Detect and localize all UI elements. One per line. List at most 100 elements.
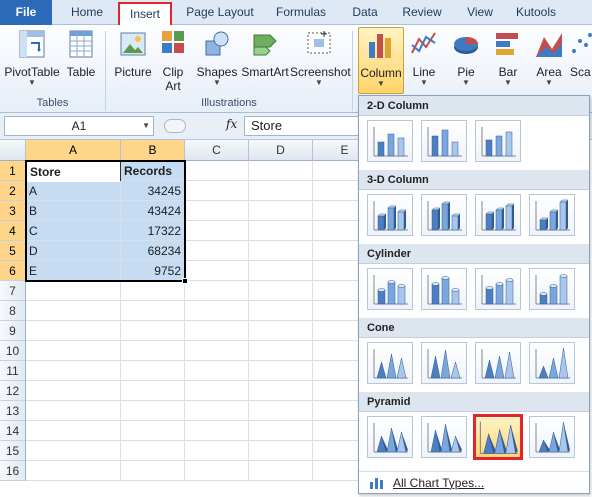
empty-cell[interactable]: [249, 381, 313, 401]
column-header-a[interactable]: A: [26, 140, 121, 161]
empty-cell[interactable]: [26, 441, 121, 461]
line-chart-button[interactable]: Line ▼: [406, 27, 442, 87]
empty-cell[interactable]: [249, 341, 313, 361]
cell-a5[interactable]: D: [26, 241, 121, 261]
pie-chart-button[interactable]: Pie ▼: [446, 27, 486, 87]
empty-cell[interactable]: [185, 421, 249, 441]
cell-a2[interactable]: A: [26, 181, 121, 201]
empty-cell[interactable]: [249, 301, 313, 321]
tab-home[interactable]: Home: [62, 0, 112, 25]
row-header[interactable]: 3: [0, 201, 26, 221]
empty-cell[interactable]: [26, 421, 121, 441]
empty-cell[interactable]: [121, 341, 185, 361]
empty-cell[interactable]: [185, 241, 249, 261]
cone-chart-option-4[interactable]: [529, 342, 575, 384]
row-header[interactable]: 9: [0, 321, 26, 341]
3d-column-chart-option-3[interactable]: [475, 194, 521, 236]
empty-cell[interactable]: [185, 281, 249, 301]
select-all-corner[interactable]: [0, 140, 26, 161]
cell-b1[interactable]: Records: [121, 161, 185, 181]
pivottable-button[interactable]: PivotTable ▼: [4, 27, 60, 87]
cylinder-chart-option-2[interactable]: [421, 268, 467, 310]
empty-cell[interactable]: [185, 201, 249, 221]
empty-cell[interactable]: [185, 401, 249, 421]
tab-page-layout[interactable]: Page Layout: [180, 0, 260, 25]
column-header-b[interactable]: B: [121, 140, 185, 161]
tab-insert[interactable]: Insert: [118, 2, 172, 25]
2d-column-chart-option-2[interactable]: [421, 120, 467, 162]
empty-cell[interactable]: [249, 321, 313, 341]
cylinder-chart-option-1[interactable]: [367, 268, 413, 310]
empty-cell[interactable]: [121, 421, 185, 441]
tab-file[interactable]: File: [0, 0, 52, 25]
cylinder-chart-option-3[interactable]: [475, 268, 521, 310]
shapes-button[interactable]: Shapes ▼: [194, 27, 240, 87]
empty-cell[interactable]: [249, 201, 313, 221]
empty-cell[interactable]: [26, 301, 121, 321]
cell-b5[interactable]: 68234: [121, 241, 185, 261]
cone-chart-option-1[interactable]: [367, 342, 413, 384]
2d-column-chart-option-1[interactable]: [367, 120, 413, 162]
empty-cell[interactable]: [121, 301, 185, 321]
name-box[interactable]: A1 ▼: [4, 116, 154, 136]
bar-chart-button[interactable]: Bar ▼: [488, 27, 528, 87]
row-header[interactable]: 7: [0, 281, 26, 301]
tab-view[interactable]: View: [458, 0, 502, 25]
empty-cell[interactable]: [249, 261, 313, 281]
empty-cell[interactable]: [249, 221, 313, 241]
3d-column-chart-option-4[interactable]: [529, 194, 575, 236]
insert-function-icon[interactable]: fx: [226, 117, 237, 131]
empty-cell[interactable]: [185, 461, 249, 481]
empty-cell[interactable]: [185, 381, 249, 401]
row-header[interactable]: 2: [0, 181, 26, 201]
row-header[interactable]: 8: [0, 301, 26, 321]
pyramid-chart-option-3[interactable]: [473, 414, 523, 460]
cell-a6[interactable]: E: [26, 261, 121, 281]
empty-cell[interactable]: [249, 161, 313, 181]
formula-bar-expand-handle[interactable]: [164, 119, 186, 133]
empty-cell[interactable]: [249, 401, 313, 421]
row-header[interactable]: 16: [0, 461, 26, 481]
cone-chart-option-3[interactable]: [475, 342, 521, 384]
row-header[interactable]: 14: [0, 421, 26, 441]
cone-chart-option-2[interactable]: [421, 342, 467, 384]
pyramid-chart-option-1[interactable]: [367, 416, 413, 458]
tab-data[interactable]: Data: [344, 0, 386, 25]
empty-cell[interactable]: [185, 301, 249, 321]
row-header[interactable]: 5: [0, 241, 26, 261]
empty-cell[interactable]: [185, 261, 249, 281]
row-header[interactable]: 10: [0, 341, 26, 361]
column-chart-button[interactable]: Column ▼: [358, 27, 404, 94]
empty-cell[interactable]: [121, 381, 185, 401]
empty-cell[interactable]: [185, 161, 249, 181]
empty-cell[interactable]: [249, 281, 313, 301]
empty-cell[interactable]: [249, 441, 313, 461]
cell-b2[interactable]: 34245: [121, 181, 185, 201]
cylinder-chart-option-4[interactable]: [529, 268, 575, 310]
cell-b3[interactable]: 43424: [121, 201, 185, 221]
clip-art-button[interactable]: Clip Art: [156, 27, 190, 93]
row-header[interactable]: 11: [0, 361, 26, 381]
tab-formulas[interactable]: Formulas: [270, 0, 332, 25]
picture-button[interactable]: Picture: [112, 27, 154, 79]
scatter-chart-button[interactable]: Sca: [570, 27, 592, 79]
pyramid-chart-option-4[interactable]: [529, 416, 575, 458]
empty-cell[interactable]: [26, 321, 121, 341]
row-header[interactable]: 15: [0, 441, 26, 461]
empty-cell[interactable]: [185, 441, 249, 461]
smartart-button[interactable]: SmartArt: [240, 27, 290, 79]
3d-column-chart-option-2[interactable]: [421, 194, 467, 236]
empty-cell[interactable]: [249, 421, 313, 441]
row-header[interactable]: 4: [0, 221, 26, 241]
all-chart-types-link[interactable]: All Chart Types...: [359, 471, 589, 493]
cell-a3[interactable]: B: [26, 201, 121, 221]
empty-cell[interactable]: [26, 361, 121, 381]
empty-cell[interactable]: [249, 461, 313, 481]
column-header-d[interactable]: D: [249, 140, 313, 161]
tab-review[interactable]: Review: [396, 0, 448, 25]
empty-cell[interactable]: [185, 341, 249, 361]
empty-cell[interactable]: [185, 221, 249, 241]
empty-cell[interactable]: [26, 381, 121, 401]
empty-cell[interactable]: [121, 441, 185, 461]
formula-input[interactable]: Store: [244, 116, 364, 136]
